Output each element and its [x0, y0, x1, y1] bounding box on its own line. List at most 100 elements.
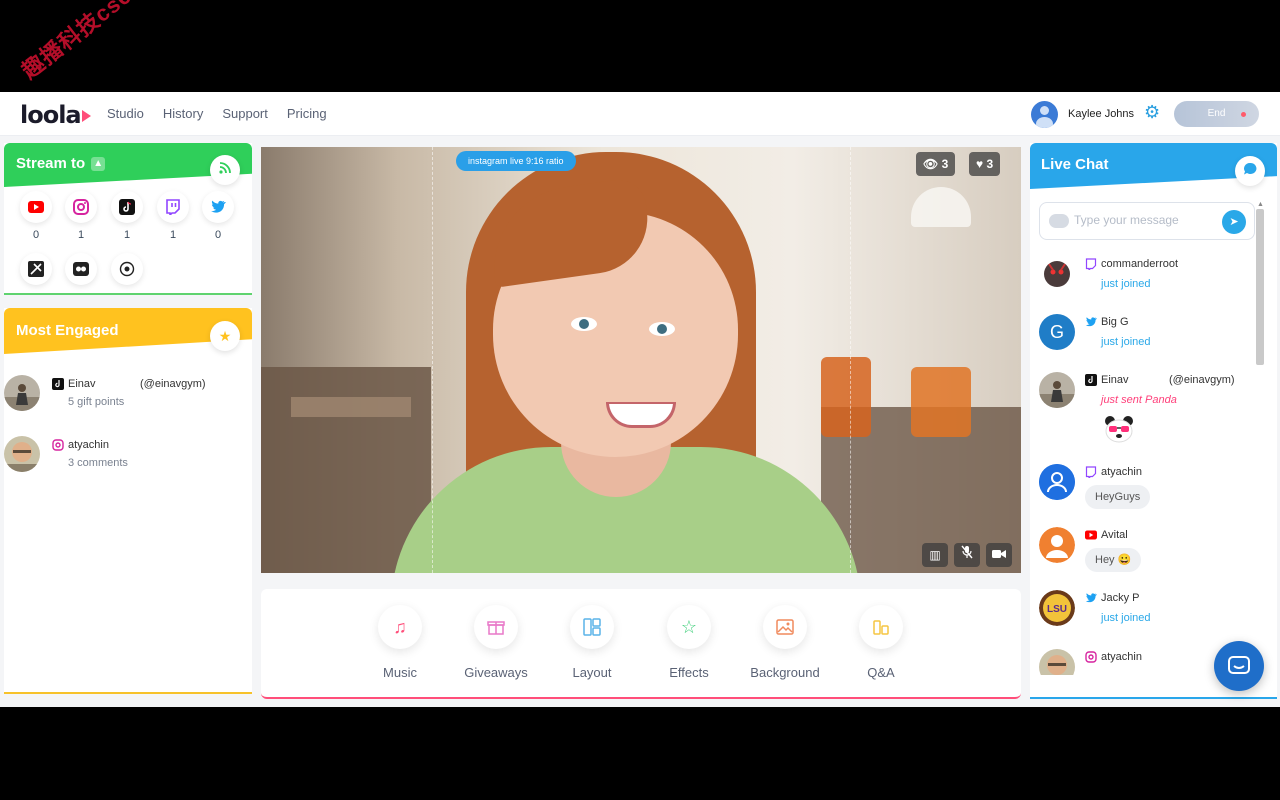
- chat-username: Jacky P: [1101, 592, 1140, 604]
- qa-label: Q&A: [867, 665, 895, 680]
- ratio-label: instagram live 9:16 ratio: [456, 151, 576, 171]
- most-engaged-panel: Most Engaged ★ Einav (@einavgym) 5 gift …: [4, 308, 252, 694]
- platform-twitch[interactable]: 1: [157, 191, 189, 241]
- mic-off-icon[interactable]: [954, 543, 980, 567]
- chat-username: atyachin: [1101, 466, 1142, 478]
- chat-bubble-icon[interactable]: [1235, 156, 1265, 186]
- likes-badge: ♥ 3: [969, 152, 1001, 176]
- platform-periscope[interactable]: [65, 253, 97, 285]
- scroll-up-icon[interactable]: ▲: [1257, 201, 1264, 208]
- music-label: Music: [383, 665, 417, 680]
- chat-scrollbar[interactable]: [1256, 209, 1264, 365]
- platform-youtube[interactable]: 0: [20, 191, 52, 241]
- live-chat-title: Live Chat: [1041, 156, 1109, 173]
- platform-ms[interactable]: [20, 253, 52, 285]
- end-label: End: [1207, 108, 1226, 119]
- panda-icon: [1105, 416, 1133, 443]
- end-stream-button[interactable]: End: [1174, 101, 1259, 127]
- engaged-item[interactable]: Einav (@einavgym) 5 gift points: [4, 375, 252, 415]
- background-button[interactable]: Background: [745, 605, 825, 680]
- giveaways-button[interactable]: Giveaways: [456, 605, 536, 680]
- stream-to-panel: Stream to ▲ 0 1 1 1 0: [4, 143, 252, 295]
- nav-studio-link[interactable]: Studio: [107, 106, 144, 121]
- avatar: [1039, 256, 1075, 292]
- engaged-name: atyachin: [68, 439, 109, 451]
- nav-pricing-link[interactable]: Pricing: [287, 106, 327, 121]
- chat-bubble: Hey 😀: [1085, 548, 1142, 572]
- avatar: [4, 436, 40, 472]
- chat-username: Big G: [1101, 316, 1129, 328]
- bg-shape: [291, 397, 411, 417]
- giveaways-label: Giveaways: [464, 665, 528, 680]
- music-icon: ♫: [378, 605, 422, 649]
- avatar: G: [1039, 314, 1075, 350]
- viewers-count: 3: [941, 157, 949, 171]
- youtube-icon: [20, 191, 52, 223]
- tools-bar: ♫ Music Giveaways Layout ☆ Effects Backg…: [261, 589, 1021, 699]
- avatar: [1039, 527, 1075, 563]
- layout-icon: [570, 605, 614, 649]
- chat-text: just joined: [1101, 612, 1151, 624]
- gear-icon[interactable]: ⚙: [1144, 103, 1160, 121]
- chat-gift-text: just sent Panda: [1101, 394, 1177, 406]
- platform-tiktok[interactable]: 1: [111, 191, 143, 241]
- twitch-count: 1: [169, 229, 177, 241]
- effects-button[interactable]: ☆ Effects: [649, 605, 729, 680]
- chat-text: just joined: [1101, 336, 1151, 348]
- platform-instagram[interactable]: 1: [65, 191, 97, 241]
- messenger-icon: [1228, 656, 1250, 674]
- effects-label: Effects: [669, 665, 709, 680]
- engaged-handle: (@einavgym): [140, 378, 206, 390]
- twitch-icon: [1085, 466, 1097, 478]
- instagram-icon: [52, 439, 64, 451]
- nav-support-link[interactable]: Support: [222, 106, 268, 121]
- platform-twitter[interactable]: 0: [202, 191, 234, 241]
- person-eye: [649, 322, 675, 336]
- bg-shape: [821, 357, 871, 437]
- twitter-icon: [1085, 593, 1097, 603]
- video-preview[interactable]: instagram live 9:16 ratio 👁 3 ♥ 3 ▥: [261, 147, 1021, 573]
- twitter-icon: [202, 191, 234, 223]
- chat-username: commanderroot: [1101, 258, 1179, 270]
- engaged-item[interactable]: atyachin 3 comments: [4, 436, 252, 476]
- youtube-count: 0: [32, 229, 40, 241]
- platform-other[interactable]: [111, 253, 143, 285]
- chevron-up-icon[interactable]: ▲: [91, 157, 106, 172]
- rss-icon[interactable]: [210, 155, 240, 185]
- user-avatar[interactable]: [1031, 101, 1058, 128]
- support-chat-button[interactable]: [1214, 641, 1264, 691]
- periscope-icon: [65, 253, 97, 285]
- live-dot-icon: [1241, 112, 1246, 117]
- avatar: LSU: [1039, 590, 1075, 626]
- instagram-count: 1: [77, 229, 85, 241]
- twitter-count: 0: [214, 229, 222, 241]
- most-engaged-title: Most Engaged: [16, 322, 119, 339]
- qa-button[interactable]: Q&A: [841, 605, 921, 680]
- avatar: [1039, 372, 1075, 408]
- chat-input-box: ➤: [1039, 202, 1255, 240]
- chat-message-input[interactable]: [1074, 213, 1214, 227]
- book-icon[interactable]: ▥: [922, 543, 948, 567]
- send-icon[interactable]: ➤: [1222, 210, 1246, 234]
- chat-username: Einav: [1101, 374, 1129, 386]
- eye-icon: 👁: [923, 157, 939, 171]
- music-button[interactable]: ♫ Music: [360, 605, 440, 680]
- nav-links: Studio History Support Pricing: [107, 106, 327, 121]
- twitch-icon: [1085, 258, 1097, 270]
- image-icon: [763, 605, 807, 649]
- camera-icon[interactable]: [986, 543, 1012, 567]
- app-frame: loola Studio History Support Pricing Kay…: [0, 92, 1280, 707]
- layout-button[interactable]: Layout: [552, 605, 632, 680]
- instagram-icon: [65, 191, 97, 223]
- viewers-badge: 👁 3: [916, 152, 956, 176]
- tiktok-count: 1: [123, 229, 131, 241]
- instagram-icon: [1085, 651, 1097, 663]
- likes-count: 3: [986, 157, 994, 171]
- logo[interactable]: loola: [20, 101, 91, 129]
- tiktok-icon: [111, 191, 143, 223]
- twitter-icon: [1085, 317, 1097, 327]
- youtube-icon: [1085, 530, 1097, 540]
- layout-label: Layout: [572, 665, 612, 680]
- nav-history-link[interactable]: History: [163, 106, 203, 121]
- logo-text: loola: [20, 101, 82, 129]
